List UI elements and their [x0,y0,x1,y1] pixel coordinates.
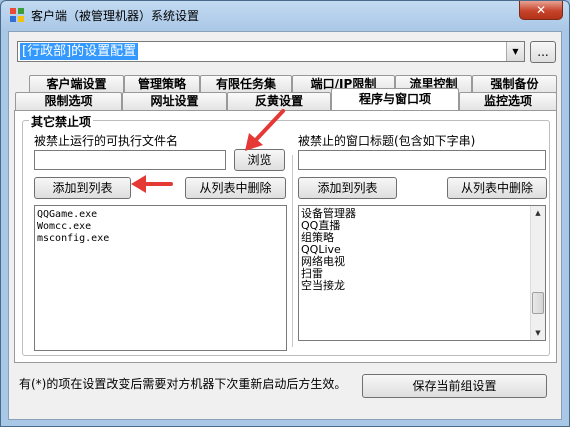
forbidden-window-title-list[interactable]: 设备管理器 QQ直播 组策略 QQLive 网络电视 扫雷 空当接龙 ▲ ▼ [298,205,546,341]
settings-window: 客户端（被管理机器）系统设置 ✕ [行政部]的设置配置 ▼ ... 客户端设置 … [0,0,570,427]
forbidden-exe-list[interactable]: QQGame.exe Womcc.exe msconfig.exe [34,205,287,351]
vertical-scrollbar[interactable]: ▲ ▼ [530,206,545,340]
list-item[interactable]: 空当接龙 [301,280,543,292]
forbidden-window-title-input[interactable] [298,150,546,170]
app-icon [10,8,24,22]
tab-limited-task-set[interactable]: 有限任务集 [200,75,292,93]
title-bar[interactable]: 客户端（被管理机器）系统设置 ✕ [1,1,569,31]
group-title: 其它禁止项 [29,113,94,130]
save-group-settings-button[interactable]: 保存当前组设置 [362,374,547,398]
tab-url-settings[interactable]: 网址设置 [122,92,227,110]
restart-note: 有(*)的项在设置改变后需要对方机器下次重新启动后方生效。 [19,377,347,391]
list-item[interactable]: QQ直播 [301,220,543,232]
column-divider [292,155,295,347]
tab-management-policy[interactable]: 管理策略 [124,75,200,93]
chevron-down-icon[interactable]: ▼ [506,42,524,61]
tab-client-settings[interactable]: 客户端设置 [29,75,124,93]
close-button[interactable]: ✕ [519,1,563,20]
list-item[interactable]: msconfig.exe [37,233,284,245]
tab-programs-and-windows[interactable]: 程序与窗口项 [331,88,459,110]
department-config-select[interactable]: [行政部]的设置配置 ▼ [17,41,525,62]
forbidden-exe-input[interactable] [34,150,226,170]
scroll-down-icon[interactable]: ▼ [532,327,544,339]
department-config-value: [行政部]的设置配置 [20,43,139,60]
annotation-arrow-icon [131,175,173,193]
annotation-arrow-icon [245,109,285,151]
add-exe-to-list-button[interactable]: 添加到列表 [34,177,131,199]
more-button[interactable]: ... [530,41,556,63]
scroll-up-icon[interactable]: ▲ [532,207,544,219]
tab-restriction-options[interactable]: 限制选项 [15,92,122,110]
scroll-thumb[interactable] [532,292,544,314]
client-area: [行政部]的设置配置 ▼ ... 客户端设置 管理策略 有限任务集 端口/IP限… [8,31,562,420]
remove-window-title-from-list-button[interactable]: 从列表中删除 [447,177,547,199]
add-window-title-to-list-button[interactable]: 添加到列表 [298,177,397,199]
forbidden-window-title-label: 被禁止的窗口标题(包含如下字串) [298,134,476,148]
list-item[interactable]: Womcc.exe [37,221,284,233]
forbidden-exe-label: 被禁止运行的可执行文件名 [34,134,179,148]
list-item[interactable]: 网络电视 [301,256,543,268]
tab-forced-backup[interactable]: 强制备份 [472,75,557,93]
close-icon: ✕ [535,3,547,17]
tab-monitoring-options[interactable]: 监控选项 [459,92,557,110]
list-item[interactable]: QQGame.exe [37,209,284,221]
window-title: 客户端（被管理机器）系统设置 [31,9,200,23]
remove-exe-from-list-button[interactable]: 从列表中删除 [185,177,286,199]
